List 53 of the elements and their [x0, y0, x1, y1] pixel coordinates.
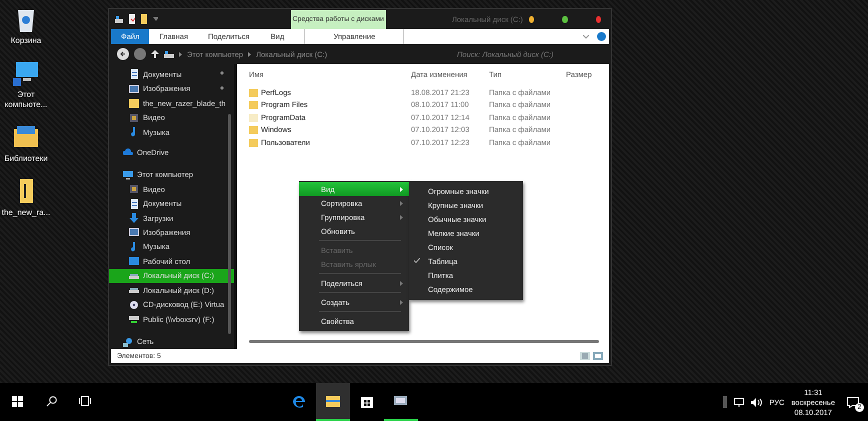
scrollbar[interactable]: [228, 114, 231, 334]
close-button[interactable]: [596, 16, 602, 22]
desktop-icon-label[interactable]: Библиотеки: [4, 154, 48, 164]
back-button[interactable]: [117, 48, 129, 60]
film-icon: [129, 184, 139, 194]
taskbar-app[interactable]: [316, 383, 350, 421]
submenu-arrow-icon: [400, 280, 403, 286]
minimize-button[interactable]: [528, 16, 534, 22]
submenu-arrow-icon: [400, 214, 403, 220]
document-icon: [129, 198, 139, 209]
film-icon: [129, 112, 139, 123]
desktop-icon-label[interactable]: Этот компьюте...: [1, 90, 51, 110]
details-view-icon[interactable]: [580, 352, 590, 360]
network-drive-icon: [129, 314, 139, 324]
network-icon: [123, 336, 133, 347]
picture-icon: [129, 84, 139, 94]
windows-logo-icon: [12, 396, 22, 406]
download-arrow-icon: [129, 213, 139, 224]
desktop-icon-label[interactable]: Корзина: [10, 36, 42, 46]
picture-icon: [129, 227, 139, 238]
forward-button[interactable]: [134, 48, 146, 60]
chevron-right-icon[interactable]: [248, 52, 252, 56]
scroll-indicator-icon: [723, 396, 728, 408]
desktop-icon-label[interactable]: the_new_ra...: [2, 208, 50, 218]
scrollbar[interactable]: [249, 340, 599, 343]
tiles-view-icon[interactable]: [593, 352, 603, 360]
folder-icon: [325, 393, 341, 409]
properties-icon[interactable]: [128, 14, 135, 24]
network-icon[interactable]: [734, 398, 744, 406]
submenu-arrow-icon: [400, 200, 403, 206]
submenu-arrow-icon: [400, 300, 403, 304]
cloud-icon: [123, 147, 133, 158]
task-view-icon: [79, 396, 91, 406]
message-icon: [847, 396, 859, 408]
monitor-icon: [123, 170, 133, 180]
drive-icon[interactable]: [115, 15, 123, 23]
folder-icon: [129, 98, 139, 108]
dropdown-arrow-icon[interactable]: [152, 17, 158, 21]
disc-drive-icon: [129, 300, 139, 310]
submenu-arrow-icon: [400, 186, 403, 192]
browser-icon: [291, 393, 307, 409]
desktop-icon: [129, 256, 139, 266]
volume-icon[interactable]: [751, 398, 762, 406]
search-icon: [46, 396, 56, 406]
chevron-down-icon[interactable]: [583, 34, 589, 38]
maximize-button[interactable]: [562, 16, 568, 22]
help-icon[interactable]: [597, 32, 606, 41]
new-folder-icon[interactable]: [140, 14, 147, 24]
up-arrow-icon[interactable]: [151, 50, 159, 58]
drive-icon: [164, 50, 174, 58]
chevron-right-icon[interactable]: [179, 52, 182, 56]
drive-icon: [129, 285, 139, 296]
document-icon: [129, 69, 139, 80]
